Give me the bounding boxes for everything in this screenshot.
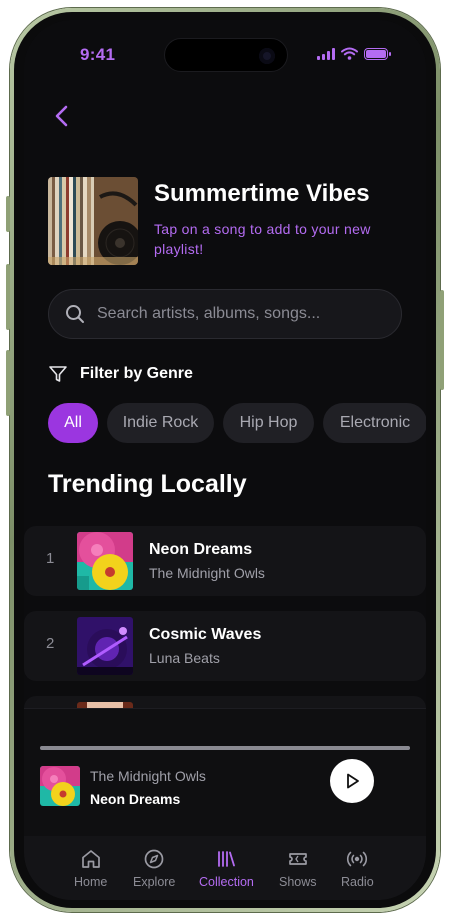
tab-home[interactable]: Home: [74, 848, 107, 889]
compass-icon: [144, 849, 164, 869]
now-playing-title: Neon Dreams: [90, 791, 181, 807]
tab-label: Home: [74, 875, 108, 889]
status-bar: 9:41: [24, 20, 426, 80]
library-icon: [218, 851, 236, 867]
track-number: 1: [46, 550, 55, 567]
power-button: [440, 290, 444, 390]
tab-bar: Home Explore Collection Shows Radio: [24, 836, 426, 900]
cellular-signal-icon: [317, 47, 335, 60]
app-screen: 9:41 Summertime Vibes Tap on a song to a…: [24, 20, 426, 900]
genre-chips: All Indie Rock Hip Hop Electronic: [48, 403, 426, 443]
status-time: 9:41: [80, 45, 116, 64]
volume-down-button: [6, 350, 10, 416]
chevron-left-icon: [55, 105, 68, 127]
camera-icon: [259, 48, 275, 64]
track-row[interactable]: 2 Cosmic Waves Luna Beats: [24, 611, 426, 681]
tab-label: Collection: [199, 875, 254, 889]
battery-icon: [364, 47, 391, 60]
track-row[interactable]: 1 Neon Dreams The Midnight Owls: [24, 526, 426, 596]
section-title: Trending Locally: [48, 470, 247, 498]
playlist-cover: [48, 177, 138, 265]
search-bar[interactable]: [48, 289, 402, 339]
play-icon: [347, 773, 359, 789]
tab-label: Explore: [133, 875, 176, 889]
status-icons: [317, 47, 391, 60]
search-input[interactable]: [97, 305, 377, 323]
track-artist: Luna Beats: [149, 650, 220, 666]
playlist-subtitle: Tap on a song to add to your new playlis…: [154, 221, 371, 257]
volume-up-button: [6, 264, 10, 330]
progress-fill: [40, 746, 410, 750]
genre-chip-hip-hop[interactable]: Hip Hop: [223, 403, 314, 443]
radio-icon: [347, 851, 368, 867]
filter-by-genre[interactable]: Filter by Genre: [48, 364, 193, 384]
back-button[interactable]: [50, 104, 74, 128]
track-title: Cosmic Waves: [149, 626, 262, 643]
filter-label: Filter by Genre: [80, 365, 193, 382]
search-icon: [66, 305, 84, 323]
play-button[interactable]: [330, 759, 374, 803]
tab-label: Shows: [279, 875, 317, 889]
track-title: Neon Dreams: [149, 541, 253, 558]
tab-explore[interactable]: Explore: [133, 848, 175, 889]
track-number: 2: [46, 635, 55, 652]
playlist-header: Summertime Vibes Tap on a song to add to…: [48, 177, 408, 265]
playlist-title: Summertime Vibes: [154, 180, 370, 207]
ticket-icon: [288, 853, 307, 865]
now-playing-artist: The Midnight Owls: [90, 768, 206, 784]
home-icon: [81, 850, 100, 868]
wifi-icon: [341, 47, 358, 60]
now-playing-artwork: [40, 766, 80, 806]
playback-progress[interactable]: [40, 746, 410, 750]
track-artist: The Midnight Owls: [149, 565, 265, 581]
genre-chip-indie-rock[interactable]: Indie Rock: [107, 403, 214, 443]
genre-chip-electronic[interactable]: Electronic: [323, 403, 426, 443]
dynamic-island: [164, 38, 288, 72]
now-playing-bar[interactable]: The Midnight Owls Neon Dreams: [24, 708, 426, 836]
genre-chip-all[interactable]: All: [48, 403, 98, 443]
filter-icon: [49, 366, 67, 382]
action-button: [6, 196, 10, 232]
tab-shows[interactable]: Shows: [279, 848, 317, 889]
track-artwork: [77, 617, 133, 675]
tab-collection[interactable]: Collection: [199, 848, 254, 889]
track-artwork: [77, 532, 133, 590]
tab-label: Radio: [341, 875, 374, 889]
tab-radio[interactable]: Radio: [341, 848, 374, 889]
